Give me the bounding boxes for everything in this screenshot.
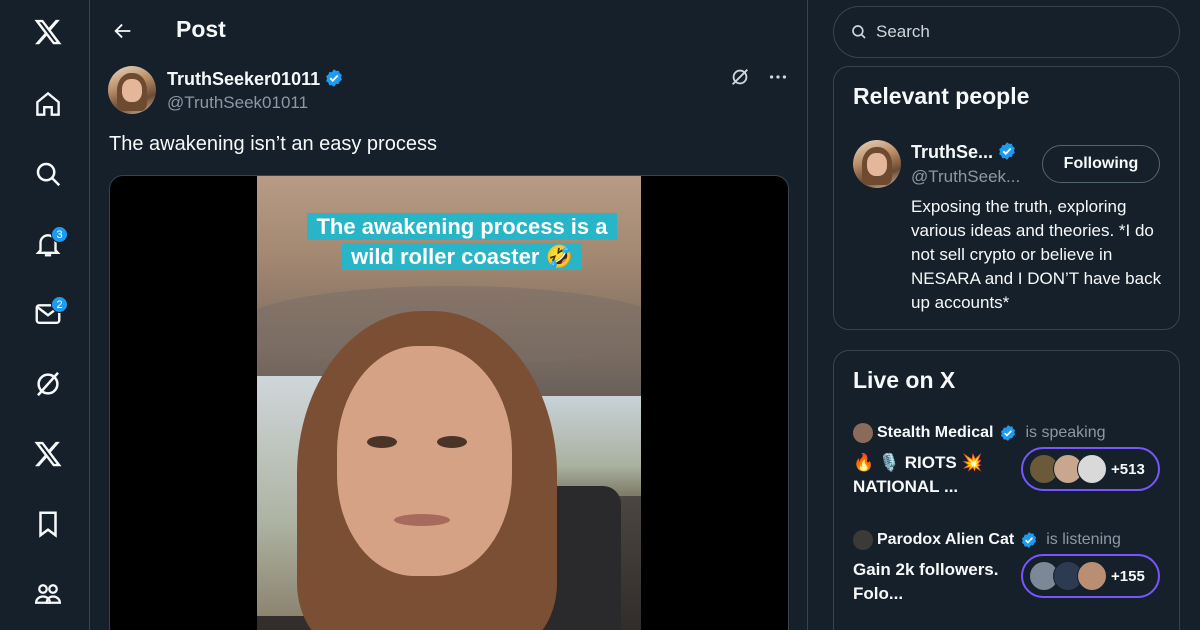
page-title: Post [176,16,226,42]
relevant-person-name-text[interactable]: TruthSe... [911,142,993,162]
host-status: is listening [1046,531,1121,548]
relevant-people-title: Relevant people [853,83,1030,109]
explore-search-icon[interactable] [24,150,72,198]
live-host: Stealth Medical is speaking [853,423,1106,443]
video-caption-line2: wild roller coaster 🤣 [342,243,582,270]
search-icon [852,25,866,39]
live-host: Parodox Alien Cat is listening [853,530,1121,550]
verified-badge-icon [1022,532,1037,548]
live-on-x-card: Live on X Stealth Medical is speaking 🔥 … [833,350,1180,630]
host-name: Stealth Medical [877,424,994,441]
home-icon[interactable] [24,80,72,128]
host-avatar [853,530,873,550]
left-navigation: 3 2 [0,0,90,630]
post-detail-column: Post TruthSeeker01011 @TruthSeek01011 Th… [90,0,808,630]
live-on-x-title: Live on X [853,367,956,393]
search-input[interactable]: Search [833,6,1180,58]
post-top-actions [729,66,789,93]
video-frame[interactable]: The awakening process is a wild roller c… [257,176,641,630]
video-caption: The awakening process is a wild roller c… [297,212,627,272]
following-button[interactable]: Following [1042,145,1160,183]
space-listeners-pill[interactable]: +155 [1021,554,1160,598]
author-name[interactable]: TruthSeeker01011 [167,68,344,90]
relevant-person-handle[interactable]: @TruthSeek... [911,167,1020,187]
communities-icon[interactable] [24,570,72,618]
author-handle[interactable]: @TruthSeek01011 [167,93,308,113]
x-logo-icon[interactable] [24,8,72,56]
premium-x-icon[interactable] [24,430,72,478]
relevant-person-avatar[interactable] [853,140,901,188]
listener-count: +155 [1111,567,1145,585]
search-placeholder[interactable]: Search [876,22,930,42]
verified-badge-icon [1001,425,1016,441]
relevant-people-card: Relevant people TruthSe... @TruthSeek...… [833,66,1180,330]
post-header: Post [90,0,807,62]
space-listeners-pill[interactable]: +513 [1021,447,1160,491]
space-title: 🔥 🎙️ RIOTS 💥 NATIONAL ... [853,453,983,496]
more-options-icon[interactable] [767,66,789,93]
verified-badge-icon [999,142,1015,160]
author-avatar[interactable] [108,66,156,114]
grok-icon[interactable] [729,66,751,93]
listener-count: +513 [1111,460,1145,478]
author-name-text[interactable]: TruthSeeker01011 [167,69,320,89]
notifications-bell-icon[interactable]: 3 [24,220,72,268]
space-title: Gain 2k followers. Folo... [853,560,999,603]
bookmarks-icon[interactable] [24,500,72,548]
post-video[interactable]: The awakening process is a wild roller c… [109,175,789,630]
messages-envelope-icon[interactable]: 2 [24,290,72,338]
relevant-person-bio: Exposing the truth, exploring various id… [911,197,1162,312]
host-name: Parodox Alien Cat [877,531,1015,548]
listener-avatar [1077,454,1107,484]
relevant-person-name[interactable]: TruthSe... [911,141,1017,163]
post-text: The awakening isn’t an easy process [109,133,437,155]
host-status: is speaking [1025,424,1106,441]
messages-badge: 2 [51,296,68,313]
verified-badge-icon [326,69,342,87]
host-avatar [853,423,873,443]
notifications-badge: 3 [51,226,68,243]
grok-icon[interactable] [24,360,72,408]
video-caption-line1: The awakening process is a [307,213,617,240]
listener-avatar [1077,561,1107,591]
right-sidebar: Search Relevant people TruthSe... @Truth… [808,0,1200,630]
back-arrow-icon[interactable] [106,14,140,48]
